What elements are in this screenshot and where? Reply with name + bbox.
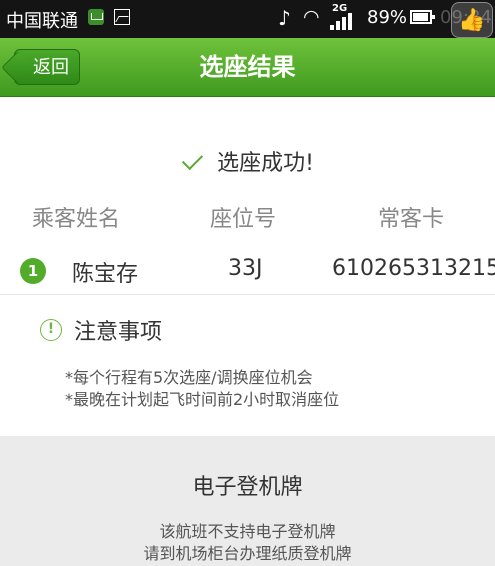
column-header-frequent-flyer-card: 常客卡 bbox=[378, 207, 445, 232]
notice-header: ! 注意事项 bbox=[40, 314, 162, 346]
image-notification-icon bbox=[114, 9, 130, 25]
seat-number: 33J bbox=[228, 256, 263, 281]
frequent-flyer-card-number: 610265313215 bbox=[332, 256, 495, 281]
success-text: 选座成功! bbox=[217, 151, 314, 176]
divider bbox=[0, 294, 495, 295]
boarding-pass-info-line: 该航班不支持电子登机牌 bbox=[159, 522, 336, 541]
notice-line: *每个行程有5次选座/调换座位机会 bbox=[65, 368, 313, 387]
notice-line: *最晚在计划起飞时间前2小时取消座位 bbox=[65, 390, 340, 409]
signal-icon bbox=[330, 12, 352, 30]
battery-percent: 89% bbox=[367, 7, 408, 28]
checkmark-icon bbox=[181, 151, 207, 171]
battery-icon bbox=[410, 10, 435, 24]
back-button-label: 返回 bbox=[33, 57, 69, 78]
thumbs-up-icon[interactable]: 👍 bbox=[451, 2, 493, 38]
status-bar: 中国联通 ♪ ◠ 2G 89% 09:34 👍 bbox=[0, 0, 495, 38]
mute-icon: ♪ bbox=[278, 6, 291, 30]
boarding-pass-info-line: 请到机场柜台办理纸质登机牌 bbox=[143, 544, 352, 563]
table-row: 1 陈宝存 33J 610265313215 bbox=[0, 250, 495, 294]
app-header: 选座结果 返回 bbox=[0, 38, 495, 97]
success-message: 选座成功! bbox=[0, 145, 495, 177]
back-button[interactable]: 返回 bbox=[14, 49, 80, 85]
column-header-seat-number: 座位号 bbox=[210, 207, 277, 232]
wifi-icon: ◠ bbox=[303, 6, 320, 28]
passenger-index-badge: 1 bbox=[20, 258, 46, 284]
column-header-passenger-name: 乘客姓名 bbox=[32, 207, 121, 232]
boarding-pass-title: 电子登机牌 bbox=[192, 475, 303, 500]
boarding-pass-section: 电子登机牌 该航班不支持电子登机牌 请到机场柜台办理纸质登机牌 bbox=[0, 436, 495, 566]
info-icon: ! bbox=[40, 319, 62, 341]
carrier-name: 中国联通 bbox=[6, 11, 78, 32]
notice-title: 注意事项 bbox=[74, 320, 163, 345]
passenger-name: 陈宝存 bbox=[72, 262, 139, 287]
message-notification-icon bbox=[88, 9, 104, 25]
